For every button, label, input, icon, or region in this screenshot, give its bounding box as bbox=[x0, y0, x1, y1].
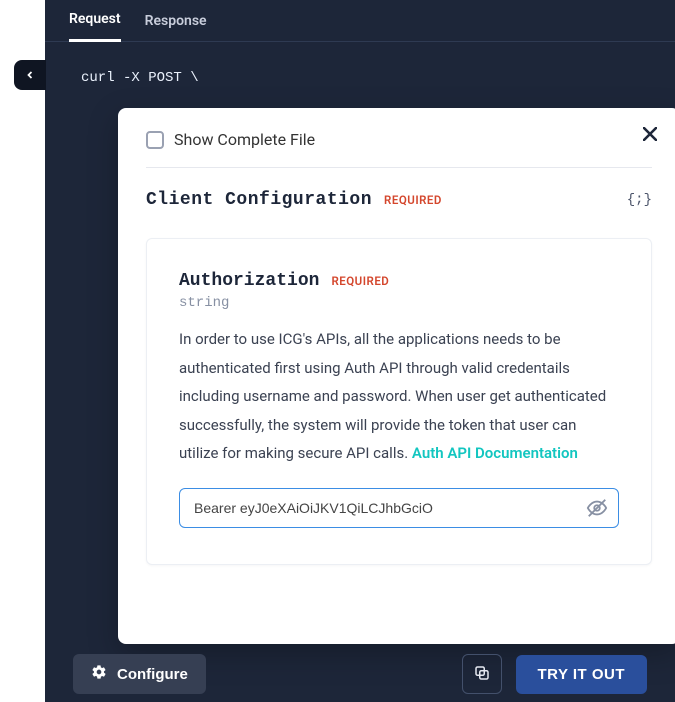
field-type: string bbox=[179, 295, 619, 311]
field-required-badge: REQUIRED bbox=[331, 274, 389, 288]
api-explorer-panel: Request Response curl -X POST \ Show Com… bbox=[45, 0, 675, 702]
field-card: Authorization REQUIRED string In order t… bbox=[146, 238, 652, 565]
object-brace-icon: {;} bbox=[627, 192, 652, 208]
show-complete-label: Show Complete File bbox=[174, 130, 315, 149]
chevron-left-icon bbox=[24, 66, 36, 85]
bottom-bar: Configure TRY IT OUT bbox=[45, 646, 675, 702]
show-complete-checkbox[interactable] bbox=[146, 131, 164, 149]
copy-button[interactable] bbox=[462, 654, 502, 694]
section-header: Client Configuration REQUIRED {;} bbox=[146, 190, 652, 210]
tab-bar: Request Response bbox=[45, 0, 675, 42]
configure-button[interactable]: Configure bbox=[73, 654, 206, 694]
show-complete-row: Show Complete File bbox=[146, 128, 652, 167]
divider bbox=[146, 167, 652, 168]
tab-response[interactable]: Response bbox=[145, 3, 207, 41]
code-line: curl -X POST \ bbox=[81, 70, 639, 86]
section-required-badge: REQUIRED bbox=[384, 193, 442, 207]
field-name: Authorization bbox=[179, 271, 319, 291]
section-title: Client Configuration bbox=[146, 190, 372, 210]
close-icon[interactable] bbox=[638, 122, 662, 146]
authorization-input[interactable] bbox=[179, 488, 619, 528]
try-it-out-button[interactable]: TRY IT OUT bbox=[516, 655, 648, 694]
tab-request[interactable]: Request bbox=[69, 1, 121, 42]
field-description: In order to use ICG's APIs, all the appl… bbox=[179, 325, 619, 468]
panel-collapse-handle[interactable] bbox=[14, 60, 46, 90]
config-popover: Show Complete File Client Configuration … bbox=[118, 108, 675, 644]
code-sample: curl -X POST \ bbox=[45, 42, 675, 86]
copy-icon bbox=[473, 664, 491, 685]
configure-label: Configure bbox=[117, 666, 188, 683]
gear-icon bbox=[91, 664, 107, 684]
toggle-visibility-icon[interactable] bbox=[585, 496, 609, 520]
auth-doc-link[interactable]: Auth API Documentation bbox=[412, 444, 578, 462]
